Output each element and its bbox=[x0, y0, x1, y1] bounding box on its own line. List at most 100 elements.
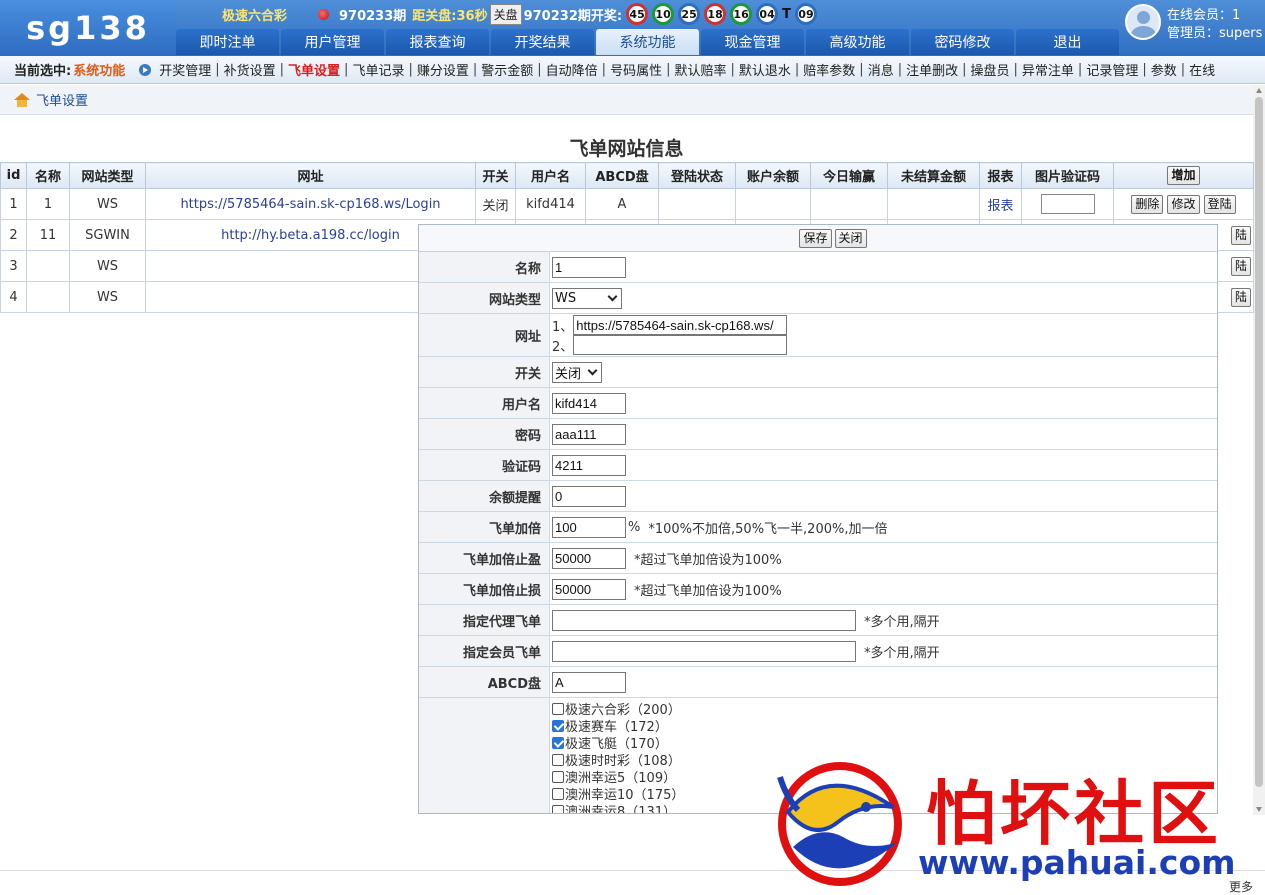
subnav-link[interactable]: 飞单记录 bbox=[352, 60, 404, 79]
tab-logout[interactable]: 退出 bbox=[1016, 29, 1119, 55]
row-name: 名称 bbox=[419, 252, 1217, 283]
balance-alert-input[interactable] bbox=[552, 485, 626, 507]
subnav-link[interactable]: 自动降倍 bbox=[546, 60, 598, 79]
login-button[interactable]: 陆 bbox=[1230, 256, 1251, 276]
row-member: 指定会员飞单 *多个用,隔开 bbox=[419, 636, 1217, 667]
watermark: 怕坏社区 www.pahuai.com bbox=[768, 752, 1258, 887]
tab-user-management[interactable]: 用户管理 bbox=[281, 29, 384, 55]
play-arrow-icon bbox=[139, 63, 152, 76]
subnav-link[interactable]: 号码属性 bbox=[610, 60, 662, 79]
captcha-input[interactable] bbox=[1040, 194, 1095, 214]
avatar-icon bbox=[1125, 4, 1161, 40]
result-ball: 04 bbox=[756, 3, 779, 25]
tab-draw-results[interactable]: 开奖结果 bbox=[491, 29, 594, 55]
watermark-site: www.pahuai.com bbox=[918, 843, 1236, 882]
save-button[interactable]: 保存 bbox=[799, 228, 832, 248]
subnav-link-active[interactable]: 飞单设置 bbox=[288, 60, 340, 79]
page-title: 飞单网站信息 bbox=[569, 138, 684, 160]
result-ball: 45 bbox=[626, 3, 649, 25]
subnav-link[interactable]: 消息 bbox=[868, 60, 894, 79]
game-checkbox[interactable]: 极速六合彩（200） bbox=[552, 700, 681, 718]
row-multiplier: 飞单加倍 %*100%不加倍,50%飞一半,200%,加一倍 bbox=[419, 512, 1217, 543]
url-input-2[interactable] bbox=[573, 335, 788, 355]
login-button[interactable]: 登陆 bbox=[1203, 194, 1236, 214]
add-button[interactable]: 增加 bbox=[1167, 166, 1200, 185]
switch-select[interactable]: 关闭 bbox=[552, 361, 602, 383]
multiplier-input[interactable] bbox=[552, 516, 626, 538]
site-url-link[interactable]: https://5785464-sain.sk-cp168.ws/Login bbox=[145, 188, 476, 220]
report-link[interactable]: 报表 bbox=[979, 188, 1022, 220]
tab-reports[interactable]: 报表查询 bbox=[386, 29, 489, 55]
row-stop-loss: 飞单加倍止损 *超过飞单加倍设为100% bbox=[419, 574, 1217, 605]
subnav-link[interactable]: 默认退水 bbox=[739, 60, 791, 79]
subnav-link[interactable]: 异常注单 bbox=[1022, 60, 1074, 79]
tab-system-functions[interactable]: 系统功能 bbox=[596, 29, 699, 55]
row-password: 密码 bbox=[419, 419, 1217, 450]
col-url: 网址 bbox=[145, 162, 476, 189]
subnav-link[interactable]: 记录管理 bbox=[1086, 60, 1138, 79]
password-input[interactable] bbox=[552, 423, 626, 445]
tab-advanced[interactable]: 高级功能 bbox=[806, 29, 909, 55]
col-name: 名称 bbox=[26, 162, 70, 189]
col-id: id bbox=[0, 162, 27, 189]
col-unsettled: 未结算金额 bbox=[887, 162, 980, 189]
page-scrollbar[interactable] bbox=[1253, 85, 1265, 815]
subnav-link[interactable]: 默认赔率 bbox=[674, 60, 726, 79]
home-icon[interactable] bbox=[14, 92, 30, 107]
abcd-input[interactable] bbox=[552, 671, 626, 693]
subnav-link[interactable]: 警示金额 bbox=[481, 60, 533, 79]
result-ball: 16 bbox=[730, 3, 753, 25]
game-checkbox[interactable]: 极速飞艇（170） bbox=[552, 734, 668, 752]
tab-instant-bets[interactable]: 即时注单 bbox=[176, 29, 279, 55]
subnav-link[interactable]: 赔率参数 bbox=[803, 60, 855, 79]
online-members: 在线会员：1 bbox=[1167, 8, 1241, 23]
admin-name: 管理员：supers bbox=[1167, 26, 1263, 41]
game-checkbox[interactable]: 澳洲幸运5（109） bbox=[552, 768, 676, 786]
game-checkbox[interactable]: 澳洲幸运8（131） bbox=[552, 802, 676, 813]
member-input[interactable] bbox=[552, 640, 856, 662]
subnav-link[interactable]: 操盘员 bbox=[971, 60, 1010, 79]
game-checkbox[interactable]: 极速赛车（172） bbox=[552, 717, 668, 735]
subnav-link[interactable]: 补货设置 bbox=[224, 60, 276, 79]
subnav-link[interactable]: 在线 bbox=[1189, 60, 1215, 79]
username-input[interactable] bbox=[552, 392, 626, 414]
subnav-link[interactable]: 开奖管理 bbox=[159, 60, 211, 79]
close-button[interactable]: 关闭 bbox=[834, 228, 867, 248]
checkbox-icon bbox=[552, 702, 564, 715]
app-logo: sg138 bbox=[0, 0, 176, 56]
url-input-1[interactable] bbox=[573, 315, 788, 335]
edit-site-dialog: 保存 关闭 名称 网站类型 WS 网址 1、 2、 开关 关闭 用户名 密码 验… bbox=[418, 224, 1218, 814]
close-market-button[interactable]: 关盘 bbox=[489, 3, 522, 25]
fish-logo-icon bbox=[777, 762, 902, 886]
row-balance-alert: 余额提醒 bbox=[419, 481, 1217, 512]
site-type-select[interactable]: WS bbox=[552, 287, 622, 309]
tab-change-password[interactable]: 密码修改 bbox=[911, 29, 1014, 55]
checkbox-checked-icon bbox=[552, 736, 564, 749]
checkbox-checked-icon bbox=[552, 719, 564, 732]
subnav-link[interactable]: 注单删改 bbox=[906, 60, 958, 79]
current-period: 970233期 bbox=[339, 8, 407, 24]
delete-button[interactable]: 删除 bbox=[1131, 194, 1164, 214]
stop-loss-input[interactable] bbox=[552, 578, 626, 600]
row-type: 网站类型 WS bbox=[419, 283, 1217, 314]
checkbox-icon bbox=[552, 804, 564, 813]
col-user: 用户名 bbox=[515, 162, 586, 189]
login-button[interactable]: 陆 bbox=[1230, 225, 1251, 245]
tab-cash-management[interactable]: 现金管理 bbox=[701, 29, 804, 55]
login-button[interactable]: 陆 bbox=[1230, 287, 1251, 307]
subnav-link[interactable]: 参数 bbox=[1151, 60, 1177, 79]
stop-profit-input[interactable] bbox=[552, 547, 626, 569]
agent-input[interactable] bbox=[552, 609, 856, 631]
game-checkbox[interactable]: 极速时时彩（108） bbox=[552, 751, 681, 769]
captcha-code-input[interactable] bbox=[552, 454, 626, 476]
game-checkbox[interactable]: 澳洲幸运10（175） bbox=[552, 785, 684, 803]
edit-button[interactable]: 修改 bbox=[1167, 194, 1200, 214]
name-input[interactable] bbox=[552, 256, 626, 278]
subnav-link[interactable]: 赚分设置 bbox=[417, 60, 469, 79]
col-type: 网站类型 bbox=[69, 162, 146, 189]
current-section-value: 系统功能 bbox=[73, 64, 126, 79]
col-switch: 开关 bbox=[475, 162, 516, 189]
current-game: 极速六合彩 bbox=[222, 8, 288, 24]
main-nav: 即时注单 用户管理 报表查询 开奖结果 系统功能 现金管理 高级功能 密码修改 … bbox=[176, 29, 1121, 55]
breadcrumb: 飞单设置 bbox=[0, 85, 1253, 115]
